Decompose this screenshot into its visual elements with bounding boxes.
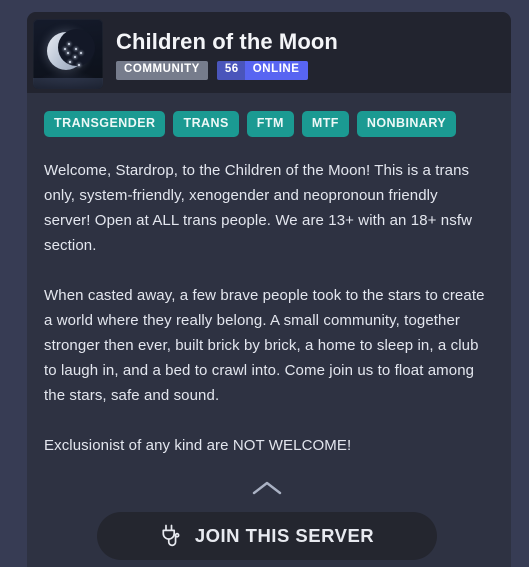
description-paragraph: When casted away, a few brave people too… [44, 286, 485, 404]
server-avatar [33, 19, 103, 89]
server-tag[interactable]: MTF [301, 111, 349, 137]
server-tag[interactable]: TRANS [173, 111, 239, 137]
server-tag[interactable]: TRANSGENDER [44, 111, 166, 137]
online-label: ONLINE [244, 61, 308, 80]
server-badge-row: COMMUNITY 56 ONLINE [116, 61, 338, 80]
collapse-description-button[interactable] [44, 480, 489, 496]
server-tag[interactable]: NONBINARY [356, 111, 457, 137]
server-description: Welcome, Stardrop, to the Children of th… [44, 158, 488, 458]
chevron-up-icon [252, 481, 281, 494]
description-paragraph: Welcome, Stardrop, to the Children of th… [44, 161, 473, 254]
server-invite-card: Children of the Moon COMMUNITY 56 ONLINE… [27, 12, 511, 567]
avatar-ground-decoration [33, 78, 103, 89]
join-button-label: JOIN THIS SERVER [194, 524, 375, 546]
community-badge: COMMUNITY [116, 61, 208, 80]
online-count: 56 [216, 61, 245, 80]
join-this-server-button[interactable]: JOIN THIS SERVER [96, 511, 437, 560]
server-header-meta: Children of the Moon COMMUNITY 56 ONLINE [116, 19, 338, 80]
server-name: Children of the Moon [116, 29, 338, 54]
server-card-body: TRANSGENDER TRANS FTM MTF NONBINARY Welc… [27, 93, 511, 560]
description-paragraph: Exclusionist of any kind are NOT WELCOME… [44, 436, 352, 454]
server-header-banner: Children of the Moon COMMUNITY 56 ONLINE [27, 12, 511, 93]
server-tag-list: TRANSGENDER TRANS FTM MTF NONBINARY [44, 111, 489, 137]
online-badge: 56 ONLINE [216, 61, 308, 80]
join-button-container: JOIN THIS SERVER [44, 511, 489, 560]
server-tag[interactable]: FTM [246, 111, 294, 137]
plug-icon [162, 524, 180, 546]
